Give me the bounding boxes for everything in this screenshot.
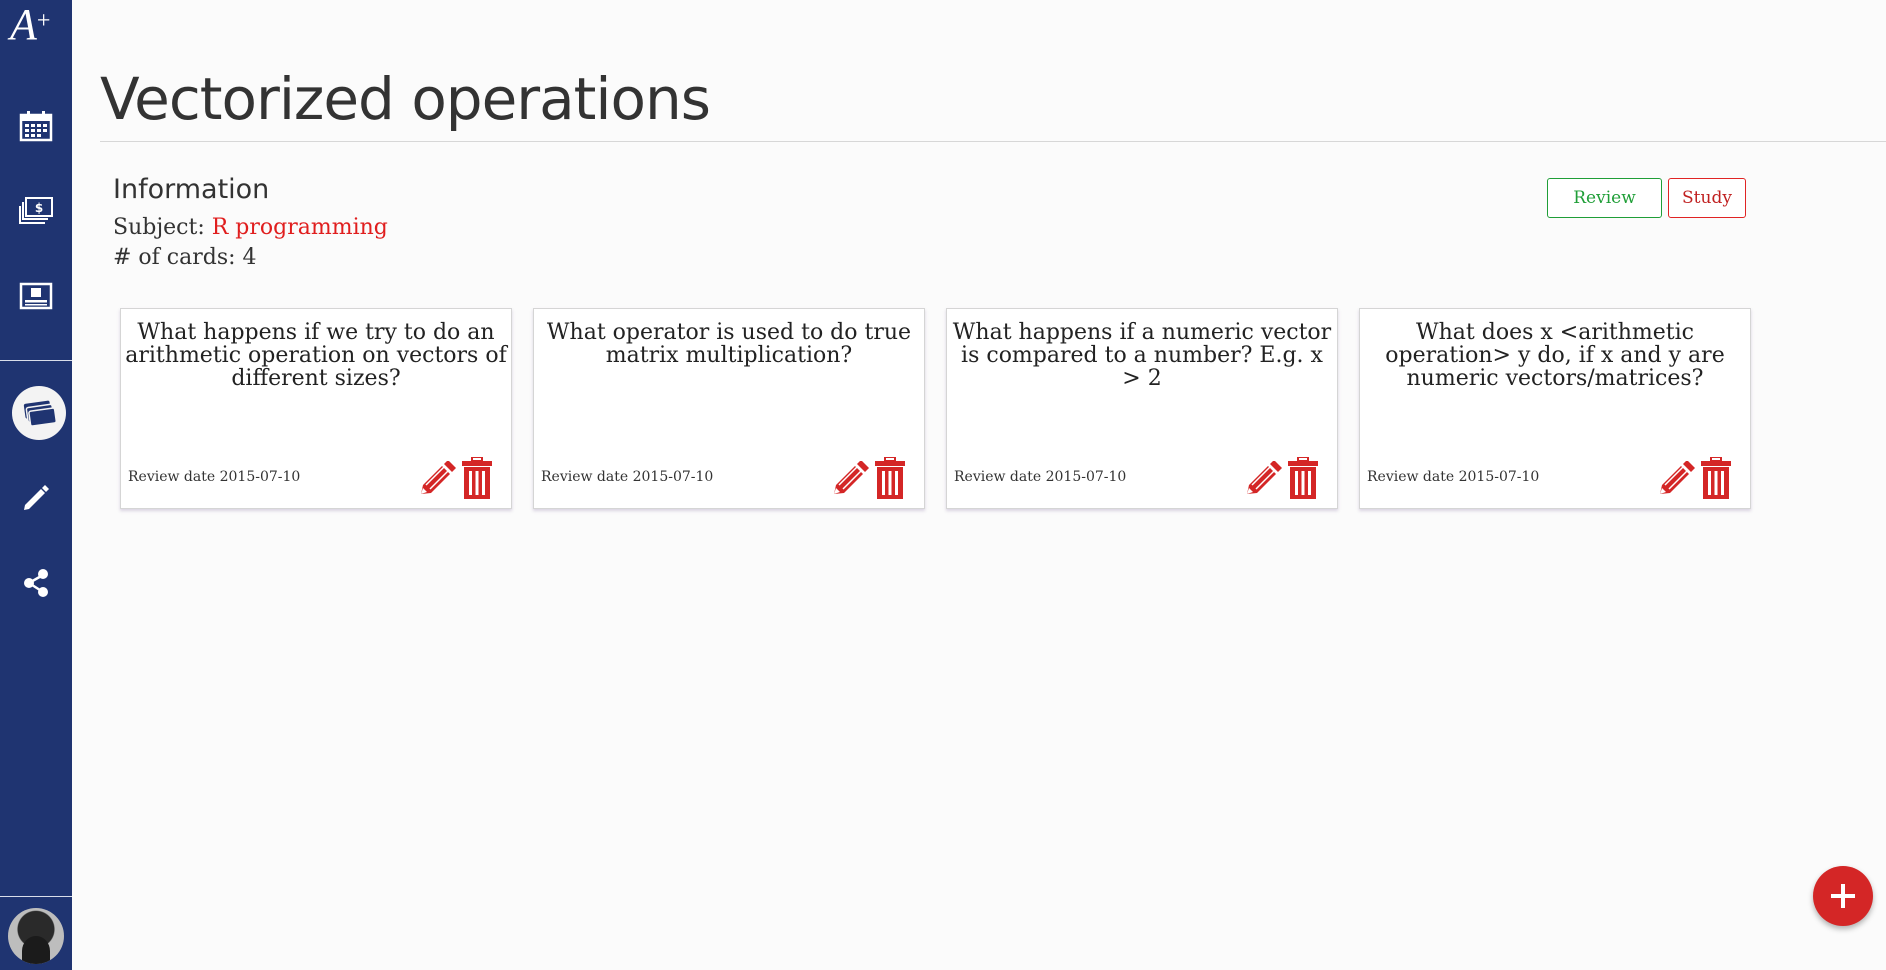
trash-icon[interactable] [1288,456,1318,499]
calendar-icon[interactable] [18,108,54,144]
card-question: What happens if a numeric vector is comp… [952,320,1332,391]
card-count-line: # of cards: 4 [113,245,257,270]
card-count-label: # of cards: [113,245,243,270]
add-card-button[interactable] [1813,866,1873,926]
trash-icon[interactable] [875,456,905,499]
share-icon[interactable] [18,565,54,601]
card-review-date: Review date 2015-07-10 [128,469,301,485]
flashcard[interactable]: What does x <arithmetic operation> y do,… [1359,308,1751,509]
sidebar-divider [0,360,72,361]
card-question: What happens if we try to do an arithmet… [125,320,507,391]
subject-link[interactable]: R programming [212,215,388,240]
logo-plus: + [36,8,51,34]
sidebar-divider [0,896,72,897]
pencil-icon[interactable] [418,460,456,499]
card-review-date: Review date 2015-07-10 [541,469,714,485]
card-review-date: Review date 2015-07-10 [1367,469,1540,485]
pencil-icon[interactable] [18,480,54,516]
flashcard[interactable]: What happens if a numeric vector is comp… [946,308,1338,509]
flashcard[interactable]: What operator is used to do true matrix … [533,308,925,509]
pencil-icon[interactable] [1244,460,1282,499]
card-question: What operator is used to do true matrix … [546,320,912,368]
trash-icon[interactable] [1701,456,1731,499]
app-logo[interactable]: A+ [10,2,66,48]
ticket-icon[interactable] [18,278,54,314]
money-stack-icon[interactable]: $ [18,194,54,230]
cards-stack-icon[interactable] [12,386,66,440]
card-count-value: 4 [242,245,257,270]
sidebar: A+ $ [0,0,72,970]
user-avatar[interactable] [8,908,64,964]
study-button[interactable]: Study [1668,178,1746,218]
card-review-date: Review date 2015-07-10 [954,469,1127,485]
plus-icon [1831,884,1855,908]
info-heading: Information [113,174,270,205]
title-divider [100,141,1886,142]
pencil-icon[interactable] [831,460,869,499]
subject-label: Subject: [113,215,212,240]
page-title: Vectorized operations [100,65,711,133]
trash-icon[interactable] [462,456,492,499]
pencil-icon[interactable] [1657,460,1695,499]
flashcard[interactable]: What happens if we try to do an arithmet… [120,308,512,509]
card-question: What does x <arithmetic operation> y do,… [1385,320,1725,391]
logo-letter: A [10,0,37,49]
svg-text:$: $ [35,201,43,215]
review-button[interactable]: Review [1547,178,1662,218]
subject-line: Subject: R programming [113,215,388,240]
